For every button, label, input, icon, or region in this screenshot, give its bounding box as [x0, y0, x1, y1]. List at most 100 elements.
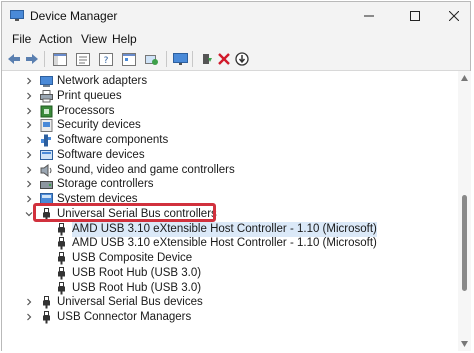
- scan-hardware-icon: [145, 54, 158, 65]
- menu-file[interactable]: File: [12, 32, 31, 46]
- toolbar-separator: [166, 51, 167, 67]
- chevron-right-icon[interactable]: [24, 91, 34, 101]
- usb-icon: [58, 282, 65, 295]
- chevron-right-icon[interactable]: [24, 120, 34, 130]
- properties-button[interactable]: [75, 51, 91, 67]
- tree-item-label: AMD USB 3.10 eXtensible Host Controller …: [72, 222, 377, 237]
- console-tree-icon: [53, 52, 67, 66]
- disable-device-button[interactable]: [234, 51, 250, 67]
- uninstall-device-button[interactable]: [216, 51, 232, 67]
- close-icon: [449, 11, 459, 21]
- tree-category-item[interactable]: Software devices: [2, 148, 458, 163]
- sound-icon: [40, 164, 52, 177]
- scroll-up-arrow-icon[interactable]: [461, 75, 468, 81]
- chevron-right-icon[interactable]: [24, 194, 34, 204]
- list-view-icon: [122, 52, 136, 66]
- red-x-icon: [218, 53, 230, 65]
- usb-icon: [58, 252, 65, 265]
- menu-bar: File Action View Help: [2, 30, 470, 48]
- svg-text:?: ?: [104, 56, 109, 66]
- tree-category-item[interactable]: Storage controllers: [2, 177, 458, 192]
- chevron-right-icon[interactable]: [24, 135, 34, 145]
- chevron-right-icon[interactable]: [24, 312, 34, 322]
- tree-child-item[interactable]: USB Root Hub (USB 3.0): [2, 281, 458, 296]
- tree-category-item[interactable]: Security devices: [2, 118, 458, 133]
- chevron-right-icon[interactable]: [24, 150, 34, 160]
- window-title: Device Manager: [30, 9, 118, 23]
- chevron-right-icon[interactable]: [24, 106, 34, 116]
- usb-icon: [58, 223, 65, 236]
- update-driver-icon: [203, 54, 212, 64]
- menu-view[interactable]: View: [81, 32, 107, 46]
- chevron-right-icon[interactable]: [24, 76, 34, 86]
- chevron-right-icon[interactable]: [24, 179, 34, 189]
- software-device-icon: [40, 150, 53, 160]
- monitor-icon: [172, 52, 188, 65]
- help-button[interactable]: ?: [98, 51, 114, 67]
- menu-action[interactable]: Action: [39, 32, 72, 46]
- maximize-icon: [410, 11, 420, 21]
- usb-icon: [43, 311, 50, 324]
- tree-item-label: USB Root Hub (USB 3.0): [72, 267, 202, 279]
- tree-category-item[interactable]: Universal Serial Bus devices: [2, 295, 458, 310]
- tree-category-item[interactable]: Network adapters: [2, 74, 458, 89]
- tree-category-item[interactable]: Processors: [2, 104, 458, 119]
- download-circle-icon: [235, 52, 249, 66]
- tree-category-item[interactable]: Print queues: [2, 89, 458, 104]
- tree-category-item[interactable]: Software components: [2, 133, 458, 148]
- tree-item-label: USB Connector Managers: [57, 311, 192, 323]
- usb-icon: [58, 267, 65, 280]
- forward-arrow-icon: [26, 54, 38, 64]
- security-device-icon: [40, 119, 53, 132]
- display-button[interactable]: [172, 51, 188, 67]
- network-adapter-icon: [40, 76, 53, 87]
- tree-item-label: Network adapters: [57, 75, 148, 87]
- minimize-button[interactable]: [354, 5, 384, 27]
- tree-child-item[interactable]: USB Composite Device: [2, 251, 458, 266]
- back-arrow-icon: [8, 54, 20, 64]
- tree-item-label: Processors: [57, 105, 115, 117]
- menu-help[interactable]: Help: [112, 32, 137, 46]
- tree-item-label: USB Root Hub (USB 3.0): [72, 282, 202, 294]
- toolbar-separator: [44, 51, 45, 67]
- tree-item-label: Software components: [57, 134, 169, 146]
- tree-child-item[interactable]: USB Root Hub (USB 3.0): [2, 266, 458, 281]
- tree-item-label: Software devices: [57, 149, 145, 161]
- show-hidden-button[interactable]: [121, 51, 137, 67]
- toolbar: ?: [2, 48, 470, 71]
- usb-icon: [43, 296, 50, 309]
- tree-category-item[interactable]: Sound, video and game controllers: [2, 163, 458, 178]
- toolbar-separator: [192, 51, 193, 67]
- scroll-down-arrow-icon[interactable]: [461, 341, 468, 347]
- back-button[interactable]: [6, 51, 22, 67]
- processor-icon: [40, 105, 53, 118]
- scan-hardware-button[interactable]: [144, 51, 160, 67]
- vertical-scrollbar[interactable]: [458, 71, 471, 351]
- tree-item-label: Print queues: [57, 90, 122, 102]
- tree-item-label: Security devices: [57, 119, 141, 131]
- update-driver-button[interactable]: [199, 51, 215, 67]
- tree-category-item[interactable]: USB Connector Managers: [2, 310, 458, 325]
- close-button[interactable]: [439, 5, 469, 27]
- chevron-right-icon[interactable]: [24, 165, 34, 175]
- tree-item-label: Sound, video and game controllers: [57, 164, 235, 176]
- minimize-icon: [364, 15, 374, 17]
- scrollbar-thumb[interactable]: [462, 195, 467, 291]
- properties-icon: [76, 52, 90, 66]
- device-manager-window: Device Manager File Action View Help ? N…: [1, 1, 471, 351]
- tree-item-label: Universal Serial Bus devices: [57, 296, 203, 308]
- tree-child-item[interactable]: AMD USB 3.10 eXtensible Host Controller …: [2, 222, 458, 237]
- tree-item-label: Storage controllers: [57, 178, 154, 190]
- software-component-icon: [41, 134, 51, 147]
- storage-icon: [40, 181, 53, 189]
- tree-item-label: USB Composite Device: [72, 252, 193, 264]
- help-icon: ?: [99, 52, 113, 66]
- title-bar[interactable]: Device Manager: [2, 2, 470, 30]
- maximize-button[interactable]: [400, 5, 430, 27]
- usb-controllers-highlight-annotation: [33, 203, 216, 222]
- chevron-right-icon[interactable]: [24, 297, 34, 307]
- printer-icon: [40, 90, 53, 103]
- tree-child-item[interactable]: AMD USB 3.10 eXtensible Host Controller …: [2, 236, 458, 251]
- forward-button[interactable]: [24, 51, 40, 67]
- show-hide-console-tree-button[interactable]: [52, 51, 68, 67]
